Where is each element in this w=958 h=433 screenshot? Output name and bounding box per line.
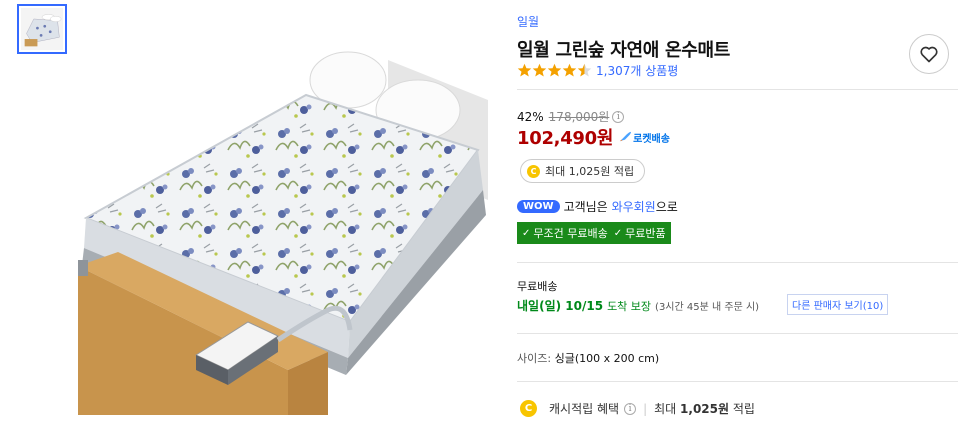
check-icon: ✓ [613, 227, 623, 239]
wow-text-after: 으로 [655, 200, 678, 214]
review-count-link[interactable]: 1,307개 상품평 [596, 62, 678, 79]
sale-price: 102,490원 [517, 128, 614, 149]
points-text: 최대 1,025원 적립 [545, 165, 635, 178]
cash-amount-value: 1,025원 [680, 402, 730, 416]
shipping-title: 무료배송 [517, 280, 558, 293]
wow-text-before: 고객님은 [563, 200, 608, 214]
cash-label: 캐시적립 혜택 [549, 402, 620, 416]
delivery-date: 내일(일) 10/15 [517, 299, 604, 313]
delivery-note: (3시간 45분 내 주문 시) [655, 302, 760, 313]
cash-coin-icon: C [527, 164, 540, 178]
size-value: 싱글(100 x 200 cm) [554, 352, 660, 365]
points-badge: C 최대 1,025원 적립 [520, 159, 646, 183]
star-full-icon [547, 63, 562, 76]
cash-amount-suffix: 적립 [732, 402, 755, 416]
mattress-thumbnail-image [21, 8, 63, 50]
mattress-illustration [78, 40, 488, 415]
wishlist-button[interactable] [909, 34, 949, 74]
brand-link[interactable]: 일월 [517, 13, 539, 30]
divider [517, 262, 958, 263]
rocket-delivery-badge: 로켓배송 [618, 130, 670, 145]
discount-row: 42% 178,000원 i [517, 108, 625, 125]
wow-member-link[interactable]: 와우회원 [612, 198, 656, 215]
free-shipping-bar: ✓ 무조건 무료배송 ✓ 무료반품 [517, 222, 671, 244]
divider [517, 333, 958, 334]
wow-member-row: WOW 고객님은 와우회원 으로 [517, 198, 678, 215]
other-sellers-button[interactable]: 다른 판매자 보기(10) [787, 294, 889, 315]
star-full-icon [517, 63, 532, 76]
price-row: 102,490원 로켓배송 [517, 124, 670, 150]
product-title: 일월 그린숲 자연애 온수매트 [517, 40, 731, 61]
size-option-row[interactable]: 사이즈: 싱글(100 x 200 cm) [517, 350, 659, 366]
rocket-delivery-label: 로켓배송 [633, 133, 670, 145]
original-price: 178,000원 [548, 110, 610, 124]
star-rating [517, 63, 592, 78]
divider [517, 89, 958, 90]
separator: | [643, 401, 648, 416]
discount-rate: 42% [517, 109, 544, 124]
cash-amount: 최대 1,025원 적립 [654, 400, 755, 417]
delivery-row: 내일(일) 10/15 도착 보장 (3시간 45분 내 주문 시) [517, 297, 759, 314]
cash-amount-prefix: 최대 [654, 402, 677, 416]
star-full-icon [562, 63, 577, 76]
product-info-panel: 일월 일월 그린숲 자연애 온수매트 1,307개 상품평 42% 178,00… [517, 0, 958, 433]
rating-row: 1,307개 상품평 [517, 62, 678, 78]
price-info-icon[interactable]: i [612, 110, 625, 123]
check-icon: ✓ [522, 227, 531, 239]
delivery-guarantee: 도착 보장 [607, 299, 652, 313]
divider [517, 381, 958, 382]
star-half-icon [577, 63, 592, 76]
product-thumbnail[interactable] [17, 4, 67, 54]
rocket-icon [620, 131, 632, 142]
heart-icon [920, 46, 938, 63]
wow-badge: WOW [517, 200, 560, 213]
free-shipping-label: 무조건 무료배송 [533, 227, 608, 240]
cash-coin-icon: C [520, 400, 537, 417]
star-full-icon [532, 63, 547, 76]
cash-info-icon[interactable]: i [624, 402, 637, 415]
cash-reward-row: C 캐시적립 혜택 i | 최대 1,025원 적립 [520, 400, 755, 417]
free-return-label: 무료반품 [625, 227, 666, 240]
product-main-image [78, 40, 488, 415]
size-label: 사이즈: [517, 352, 552, 365]
